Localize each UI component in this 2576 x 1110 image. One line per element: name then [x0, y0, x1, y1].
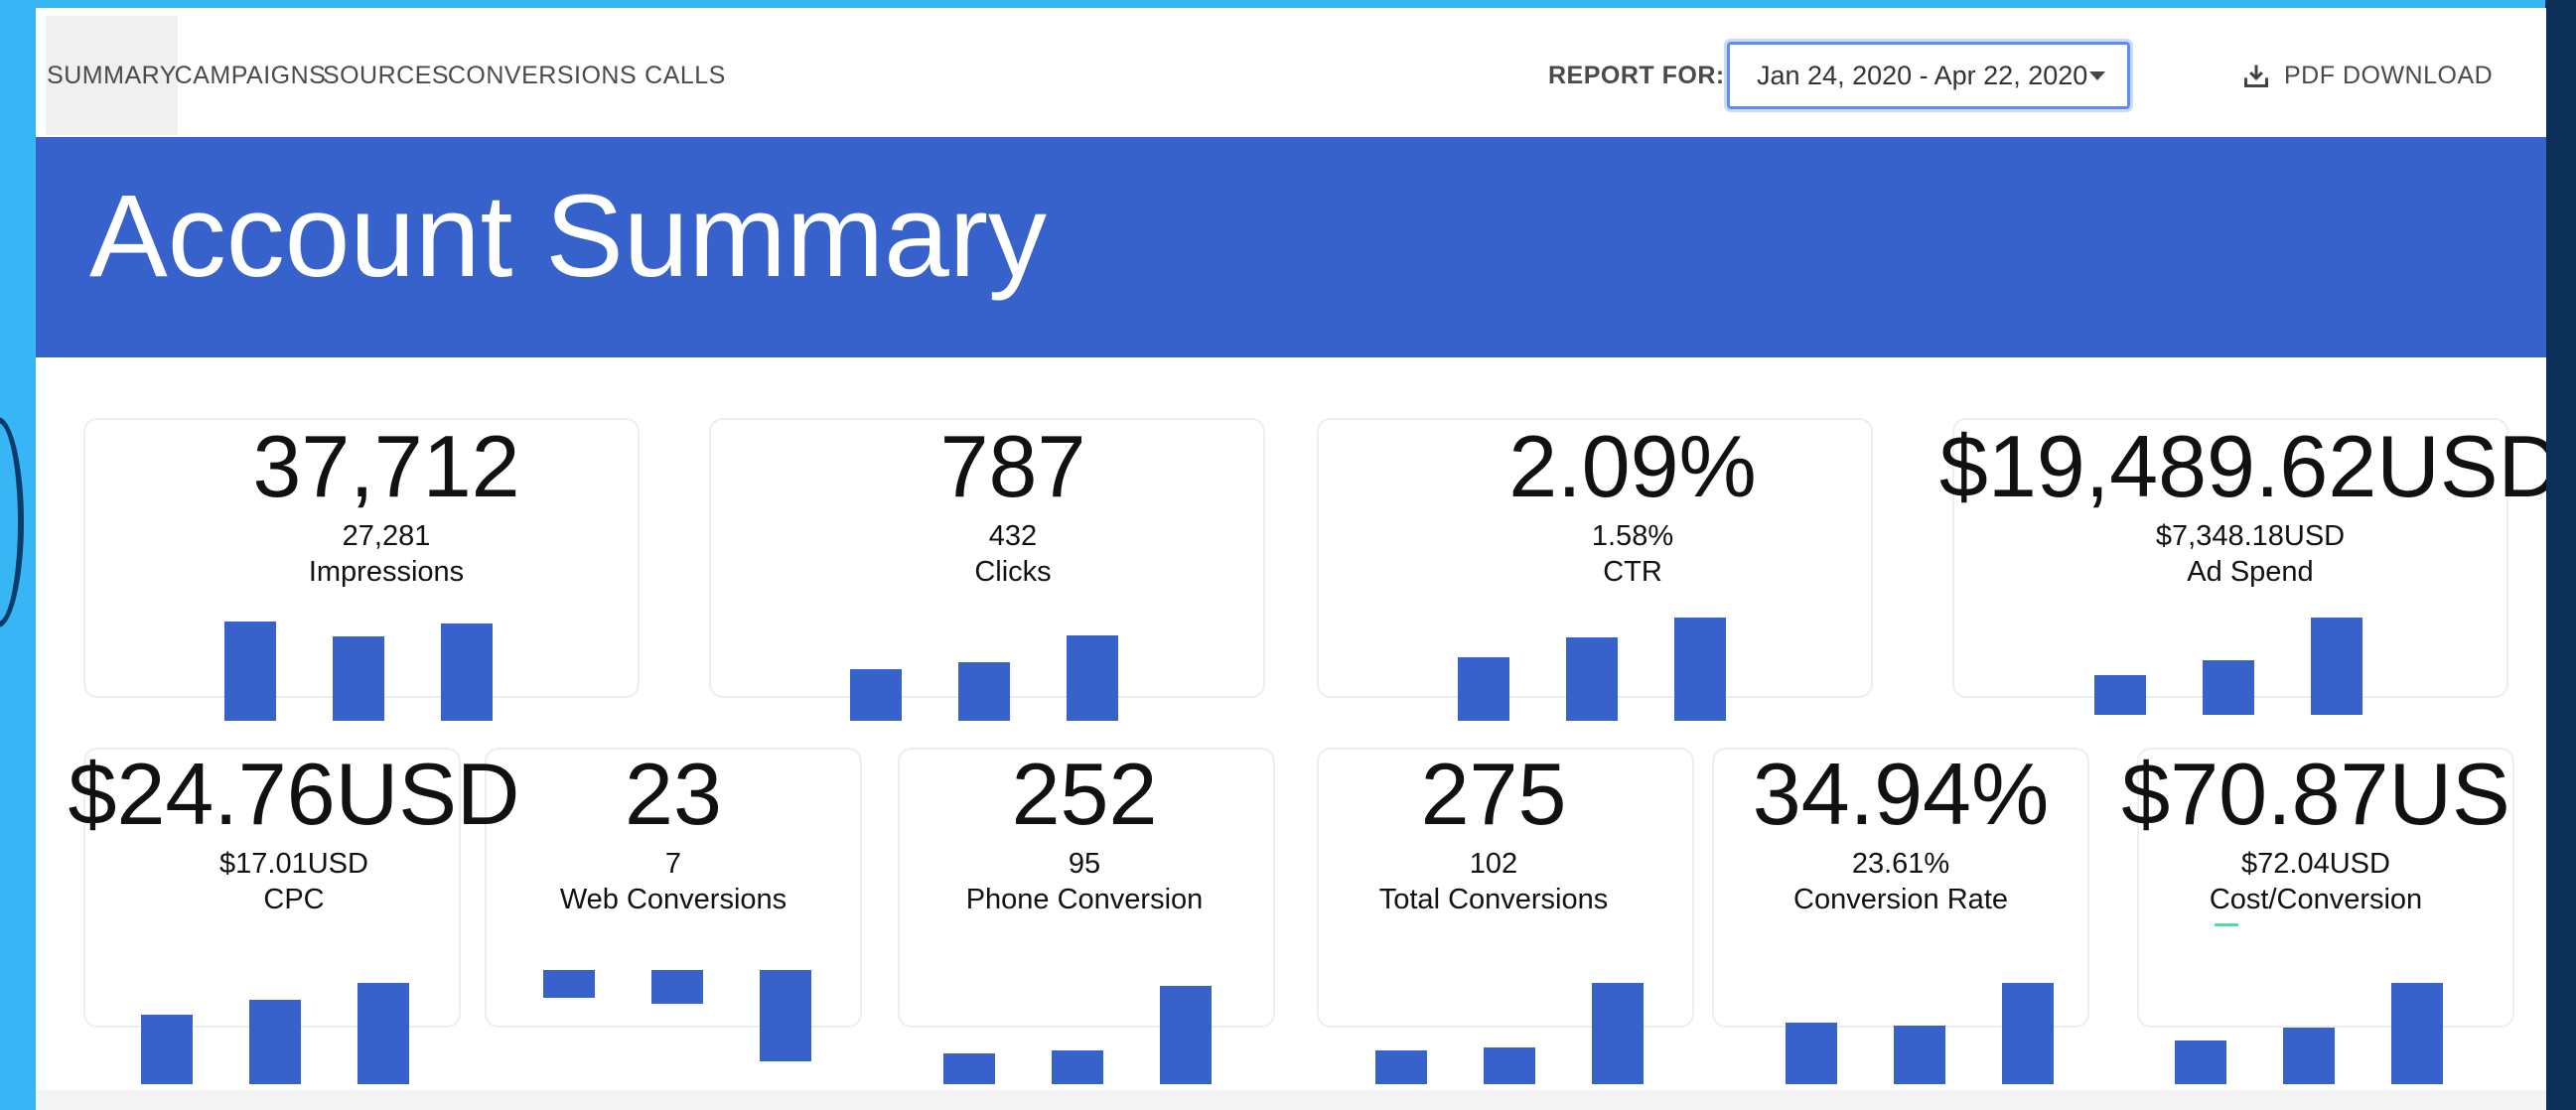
tab-calls[interactable]: CALLS: [636, 16, 735, 135]
metric-phone-conversion: 252 95 Phone Conversion: [876, 751, 1293, 918]
metric-previous-value: 432: [988, 520, 1038, 552]
trend-bar: [651, 970, 703, 1004]
trend-bar: [2391, 983, 2443, 1084]
tab-summary[interactable]: SUMMARY: [46, 16, 178, 135]
metric-value: 37,712: [252, 417, 520, 515]
trend-bar: [333, 636, 384, 721]
metric-previous-value: 27,281: [342, 520, 431, 552]
trend-bar: [1052, 1050, 1103, 1084]
pdf-download-button[interactable]: PDF DOWNLOAD: [2242, 16, 2493, 135]
metric-label: Phone Conversion: [965, 884, 1204, 916]
trend-bar: [1786, 1023, 1837, 1084]
metric-clicks: 787 432 Clicks: [695, 423, 1331, 591]
metric-ctr: 2.09% 1.58% CTR: [1315, 423, 1950, 591]
metric-previous-value: 7: [664, 848, 682, 880]
chevron-down-icon: [2089, 71, 2105, 80]
tab-campaigns[interactable]: CAMPAIGNS: [175, 16, 326, 135]
metric-label: Ad Spend: [2187, 556, 2314, 589]
page-banner: Account Summary: [36, 137, 2546, 357]
trend-bar: [1484, 1047, 1535, 1084]
metric-conversion-rate: 34.94% 23.61% Conversion Rate: [1692, 751, 2109, 918]
metric-previous-value: $7,348.18USD: [2155, 520, 2346, 552]
metric-label: Impressions: [308, 556, 465, 589]
date-range-select[interactable]: Jan 24, 2020 - Apr 22, 2020: [1727, 42, 2130, 109]
metric-previous-value: 95: [1068, 848, 1101, 880]
top-navigation: SUMMARY CAMPAIGNS SOURCES CONVERSIONS CA…: [36, 8, 2546, 135]
change-indicator: [2215, 923, 2238, 926]
trend-bar: [943, 1053, 995, 1084]
trend-bar: [1674, 618, 1726, 721]
trend-bar: [1592, 983, 1644, 1084]
metric-label: Cost/Conversion: [2209, 884, 2423, 916]
trend-bar: [543, 970, 595, 998]
tab-conversions[interactable]: CONVERSIONS: [448, 16, 637, 135]
trend-bar: [958, 662, 1010, 721]
metric-value: $70.87US: [2121, 745, 2510, 843]
download-icon: [2243, 65, 2269, 88]
trend-bar: [358, 983, 409, 1084]
trend-bar: [2094, 675, 2146, 715]
metric-previous-value: 23.61%: [1851, 848, 1950, 880]
metric-previous-value: $72.04USD: [2241, 848, 2390, 880]
metric-label: CTR: [1603, 556, 1662, 589]
trend-bar: [850, 669, 902, 721]
trend-bar: [2283, 1028, 2335, 1084]
trend-bar: [249, 1000, 301, 1084]
date-range-value: Jan 24, 2020 - Apr 22, 2020: [1757, 60, 2088, 90]
metric-value: 252: [1011, 745, 1158, 843]
trend-bar: [2175, 1041, 2226, 1084]
metric-label: Web Conversions: [559, 884, 787, 916]
trend-bar: [760, 970, 811, 1061]
trend-bar: [2002, 983, 2054, 1084]
metric-impressions: 37,712 27,281 Impressions: [69, 423, 704, 591]
metric-value: $19,489.62USD: [1938, 417, 2546, 515]
trend-bar: [1067, 635, 1118, 721]
metric-label: Total Conversions: [1378, 884, 1609, 916]
metric-cost-conversion: $70.87US $72.04USD Cost/Conversion: [2068, 751, 2546, 918]
trend-bar: [1894, 1026, 1945, 1084]
metric-value: 275: [1420, 745, 1567, 843]
metric-ad-spend: $19,489.62USD $7,348.18USD Ad Spend: [1903, 423, 2546, 591]
scroll-fade: [36, 1090, 2546, 1110]
metric-value: 787: [939, 417, 1086, 515]
report-window: SUMMARY CAMPAIGNS SOURCES CONVERSIONS CA…: [36, 8, 2546, 1110]
metric-value: 23: [625, 745, 722, 843]
trend-bar: [2311, 618, 2362, 715]
tab-sources[interactable]: SOURCES: [323, 16, 449, 135]
metric-web-conversions: 23 7 Web Conversions: [465, 751, 882, 918]
metric-label: Clicks: [974, 556, 1052, 589]
page-title: Account Summary: [89, 171, 1047, 302]
metric-value: 2.09%: [1508, 417, 1757, 515]
trend-bar: [1160, 986, 1212, 1084]
trend-bar: [224, 622, 276, 721]
report-for-label: REPORT FOR:: [1548, 61, 1725, 89]
pdf-download-label: PDF DOWNLOAD: [2284, 61, 2494, 89]
trend-bar: [1566, 637, 1618, 721]
metric-label: Conversion Rate: [1793, 884, 2008, 916]
trend-bar: [2203, 660, 2254, 715]
trend-bar: [141, 1015, 193, 1084]
trend-bar: [1375, 1050, 1427, 1084]
background-ring: [0, 417, 24, 627]
metric-previous-value: 1.58%: [1591, 520, 1674, 552]
metric-value: 34.94%: [1752, 745, 2050, 843]
background-edge: [2545, 0, 2576, 1110]
metric-total-conversions: 275 102 Total Conversions: [1285, 751, 1702, 918]
trend-bar: [1458, 657, 1509, 721]
trend-bar: [441, 624, 493, 721]
metric-previous-value: 102: [1469, 848, 1518, 880]
